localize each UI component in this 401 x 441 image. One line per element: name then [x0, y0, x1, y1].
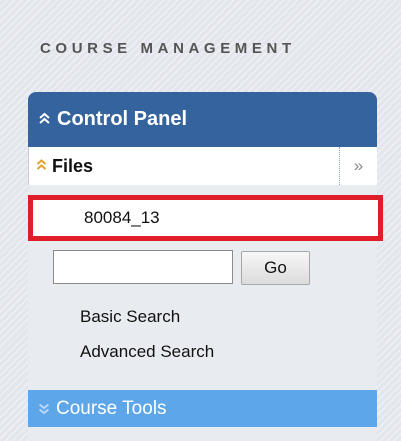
file-item-link[interactable]: 80084_13 — [28, 195, 383, 241]
control-panel-header[interactable]: Control Panel — [28, 92, 377, 147]
files-expand-button[interactable]: » — [339, 147, 377, 185]
double-chevron-down-icon — [38, 403, 50, 414]
file-item-label: 80084_13 — [84, 208, 160, 227]
search-input[interactable] — [53, 250, 233, 284]
basic-search-link[interactable]: Basic Search — [80, 307, 180, 327]
go-button[interactable]: Go — [241, 251, 310, 285]
panel-bottom-divider — [28, 427, 377, 441]
course-management-heading: COURSE MANAGEMENT — [40, 40, 296, 57]
control-panel: Control Panel Files » 80084_13 Go Basic … — [28, 92, 383, 441]
double-chevron-up-icon — [36, 159, 47, 170]
files-label: Files — [52, 155, 94, 176]
course-tools-header[interactable]: Course Tools — [28, 390, 377, 427]
double-chevron-right-icon: » — [353, 156, 364, 175]
files-section-header[interactable]: Files » — [28, 147, 377, 185]
course-tools-label: Course Tools — [56, 397, 167, 419]
advanced-search-link[interactable]: Advanced Search — [80, 342, 214, 362]
double-chevron-up-icon — [39, 112, 50, 124]
control-panel-title: Control Panel — [57, 108, 188, 130]
